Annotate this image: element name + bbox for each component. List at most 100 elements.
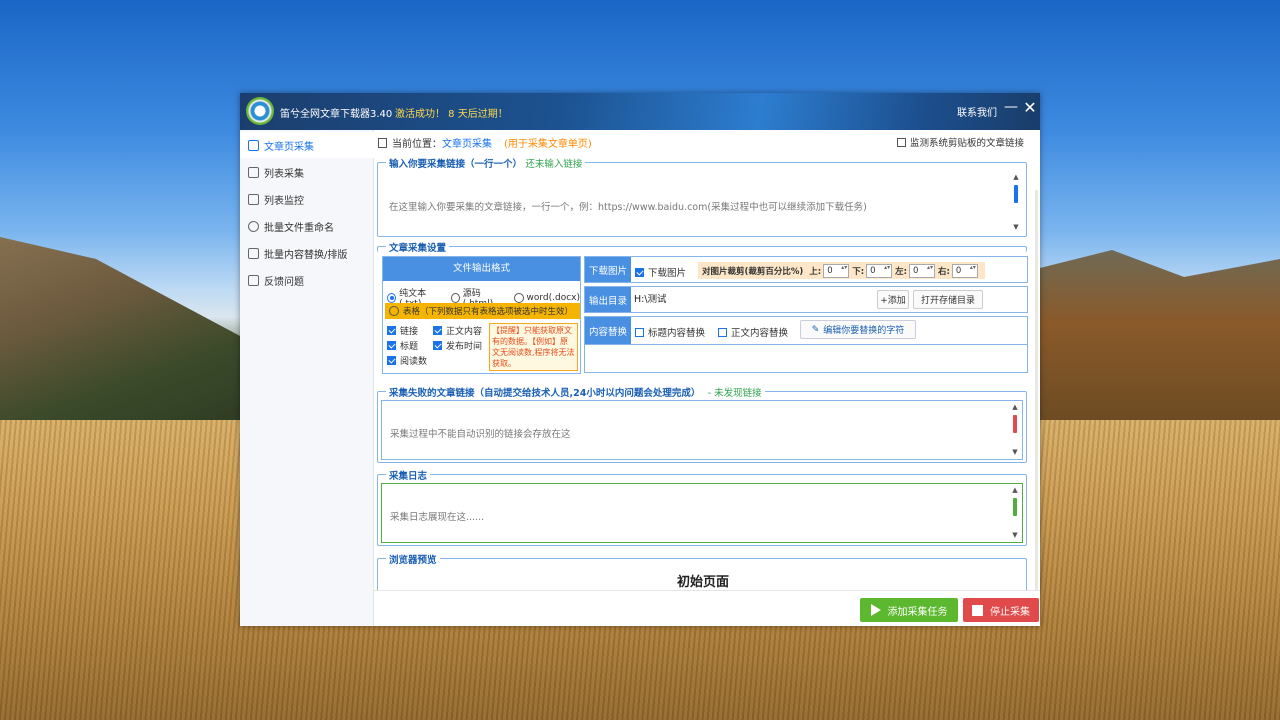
settings-title: 文章采集设置 xyxy=(386,240,450,254)
scroll-up-icon[interactable]: ▲ xyxy=(1011,173,1021,182)
sidebar-item-list-monitor[interactable]: 列表监控 xyxy=(240,186,374,212)
field-reads-checkbox[interactable]: 阅读数 xyxy=(387,354,427,367)
contact-us-link[interactable]: 联系我们 xyxy=(957,104,997,119)
input-links-title: 输入你要采集链接（一行一个） xyxy=(389,159,523,170)
edit-replace-button[interactable]: ✎ 编辑你要替换的字符 xyxy=(800,320,916,339)
sidebar-item-batch-replace[interactable]: 批量内容替换/排版 xyxy=(240,240,374,266)
failed-links-placeholder: 采集过程中不能自动识别的链接会存放在这 xyxy=(390,429,571,440)
format-docx-label: word(.docx) xyxy=(526,292,581,303)
fields-notice: 【提醒】只能获取原文有的数据。【例如】原文无阅读数,程序将无法获取。 xyxy=(489,323,578,371)
scroll-up-icon[interactable]: ▲ xyxy=(1010,486,1020,495)
field-label: 阅读数 xyxy=(400,357,428,367)
scroll-thumb[interactable] xyxy=(1013,415,1017,433)
radio-icon[interactable] xyxy=(389,306,399,316)
preview-page-title: 初始页面 xyxy=(676,575,729,590)
sidebar-item-label: 反馈问题 xyxy=(264,276,304,288)
radio-selected-icon[interactable] xyxy=(387,292,397,303)
field-label: 标题 xyxy=(400,342,419,352)
input-links-group: 输入你要采集链接（一行一个） 还未输入链接 在这里输入你要采集的文章链接，一行一… xyxy=(377,156,1027,237)
title-bar[interactable]: 笛兮全网文章下载器3.40 激活成功！ 8 天后过期！ 联系我们 — ✕ xyxy=(240,93,1040,130)
failed-links-group: 采集失败的文章链接（自动提交给技术人员,24小时以内问题会处理完成） - 未发现… xyxy=(377,385,1027,463)
sidebar: 文章页采集 列表采集 列表监控 批量文件重命名 批量内容替换/排版 反馈问题 xyxy=(240,130,374,626)
monitor-clipboard-checkbox[interactable]: 监测系统剪贴板的文章链接 xyxy=(897,135,1024,149)
checkbox-checked-icon[interactable] xyxy=(433,326,442,335)
main-scrollbar[interactable] xyxy=(1035,190,1038,620)
sidebar-item-batch-rename[interactable]: 批量文件重命名 xyxy=(240,213,374,239)
sidebar-item-feedback[interactable]: 反馈问题 xyxy=(240,267,374,293)
log-textarea[interactable]: 采集日志展现在这...... ▲ ▼ xyxy=(381,483,1023,543)
title-replace-checkbox[interactable]: 标题内容替换 xyxy=(635,325,705,339)
crop-settings: 对图片裁剪(裁剪百分比%) 上: 0 下: 0 左: 0 右: 0 xyxy=(698,262,985,279)
crop-bottom-stepper[interactable]: 0 xyxy=(866,263,893,278)
download-images-checkbox[interactable]: 下载图片 xyxy=(635,265,686,279)
open-dir-button[interactable]: 打开存储目录 xyxy=(913,290,983,309)
field-label: 链接 xyxy=(400,327,419,337)
stop-button[interactable]: 停止采集 xyxy=(963,598,1039,622)
checkbox-checked-icon[interactable] xyxy=(387,326,396,335)
crop-right-stepper[interactable]: 0 xyxy=(951,263,978,278)
breadcrumb-hint: (用于采集文章单页) xyxy=(504,139,592,150)
log-scrollbar[interactable]: ▲ ▼ xyxy=(1010,486,1020,540)
field-body-checkbox[interactable]: 正文内容 xyxy=(433,324,482,337)
add-dir-button[interactable]: +添加 xyxy=(877,290,909,309)
headset-icon xyxy=(248,220,259,232)
format-docx-radio[interactable]: word(.docx) xyxy=(513,292,581,303)
scroll-up-icon[interactable]: ▲ xyxy=(1010,403,1020,412)
field-label: 正文内容 xyxy=(446,327,483,337)
log-group: 采集日志 采集日志展现在这...... ▲ ▼ xyxy=(377,468,1027,546)
activation-status: 激活成功！ 8 天后过期！ xyxy=(395,109,508,120)
links-scrollbar[interactable]: ▲ ▼ xyxy=(1011,173,1021,232)
sidebar-item-list-collect[interactable]: 列表采集 xyxy=(240,159,374,185)
action-bar: 添加采集任务 停止采集 xyxy=(374,590,1040,626)
log-title: 采集日志 xyxy=(386,468,431,482)
failed-links-scrollbar[interactable]: ▲ ▼ xyxy=(1010,403,1020,457)
minimize-button[interactable]: — xyxy=(1004,99,1018,121)
sidebar-item-label: 文章页采集 xyxy=(264,141,314,153)
field-title-checkbox[interactable]: 标题 xyxy=(387,339,418,352)
download-images-label: 下载图片 xyxy=(585,257,631,282)
body-replace-checkbox[interactable]: 正文内容替换 xyxy=(718,325,788,339)
desktop-mountain-right xyxy=(1040,250,1280,430)
sidebar-item-article-collect[interactable]: 文章页采集 xyxy=(240,132,374,158)
stop-label: 停止采集 xyxy=(990,606,1030,618)
checkbox-icon[interactable] xyxy=(635,327,644,337)
crop-top-stepper[interactable]: 0 xyxy=(823,263,850,278)
title-replace-text: 标题内容替换 xyxy=(648,328,706,339)
field-link-checkbox[interactable]: 链接 xyxy=(387,324,418,337)
field-date-checkbox[interactable]: 发布时间 xyxy=(433,339,482,352)
failed-links-status: - 未发现链接 xyxy=(707,388,762,399)
checkbox-checked-icon[interactable] xyxy=(635,267,644,277)
edit-replace-label: 编辑你要替换的字符 xyxy=(823,326,905,336)
output-dir-row: 输出目录 H:\测试 +添加 打开存储目录 xyxy=(584,286,1028,313)
list-icon xyxy=(248,166,259,178)
scroll-thumb[interactable] xyxy=(1014,185,1018,203)
radio-icon[interactable] xyxy=(513,292,524,303)
format-table-radio[interactable]: 表格（下列数据只有表格选项被选中时生效） xyxy=(385,303,580,319)
doc-icon xyxy=(248,139,259,151)
replace-area[interactable] xyxy=(585,344,1027,372)
checkbox-icon[interactable] xyxy=(718,327,727,337)
checkbox-checked-icon[interactable] xyxy=(387,356,396,365)
crop-top-label: 上: xyxy=(809,266,822,277)
scroll-down-icon[interactable]: ▼ xyxy=(1011,223,1021,232)
failed-links-textarea[interactable]: 采集过程中不能自动识别的链接会存放在这 ▲ ▼ xyxy=(381,400,1023,460)
radio-icon[interactable] xyxy=(450,292,460,303)
links-textarea[interactable]: 在这里输入你要采集的文章链接，一行一个，例：https://www.baidu.… xyxy=(381,171,1023,234)
scroll-down-icon[interactable]: ▼ xyxy=(1010,448,1020,457)
sidebar-item-label: 批量内容替换/排版 xyxy=(264,249,348,261)
app-logo-icon xyxy=(246,97,274,125)
desktop-mountain-left xyxy=(0,237,240,435)
sidebar-item-label: 列表监控 xyxy=(264,195,304,207)
checkbox-checked-icon[interactable] xyxy=(433,341,442,350)
add-task-button[interactable]: 添加采集任务 xyxy=(860,598,958,622)
checkbox-checked-icon[interactable] xyxy=(387,341,396,350)
download-images-row: 下载图片 下载图片 对图片裁剪(裁剪百分比%) 上: 0 下: 0 左: 0 右… xyxy=(584,256,1028,283)
crop-left-stepper[interactable]: 0 xyxy=(909,263,936,278)
scroll-thumb[interactable] xyxy=(1013,498,1017,516)
output-dir-label: 输出目录 xyxy=(585,287,631,312)
checkbox-icon[interactable] xyxy=(897,137,906,147)
output-dir-input[interactable]: H:\测试 xyxy=(631,287,875,312)
scroll-down-icon[interactable]: ▼ xyxy=(1010,531,1020,540)
output-format-header: 文件输出格式 xyxy=(383,257,580,281)
close-button[interactable]: ✕ xyxy=(1022,98,1038,120)
